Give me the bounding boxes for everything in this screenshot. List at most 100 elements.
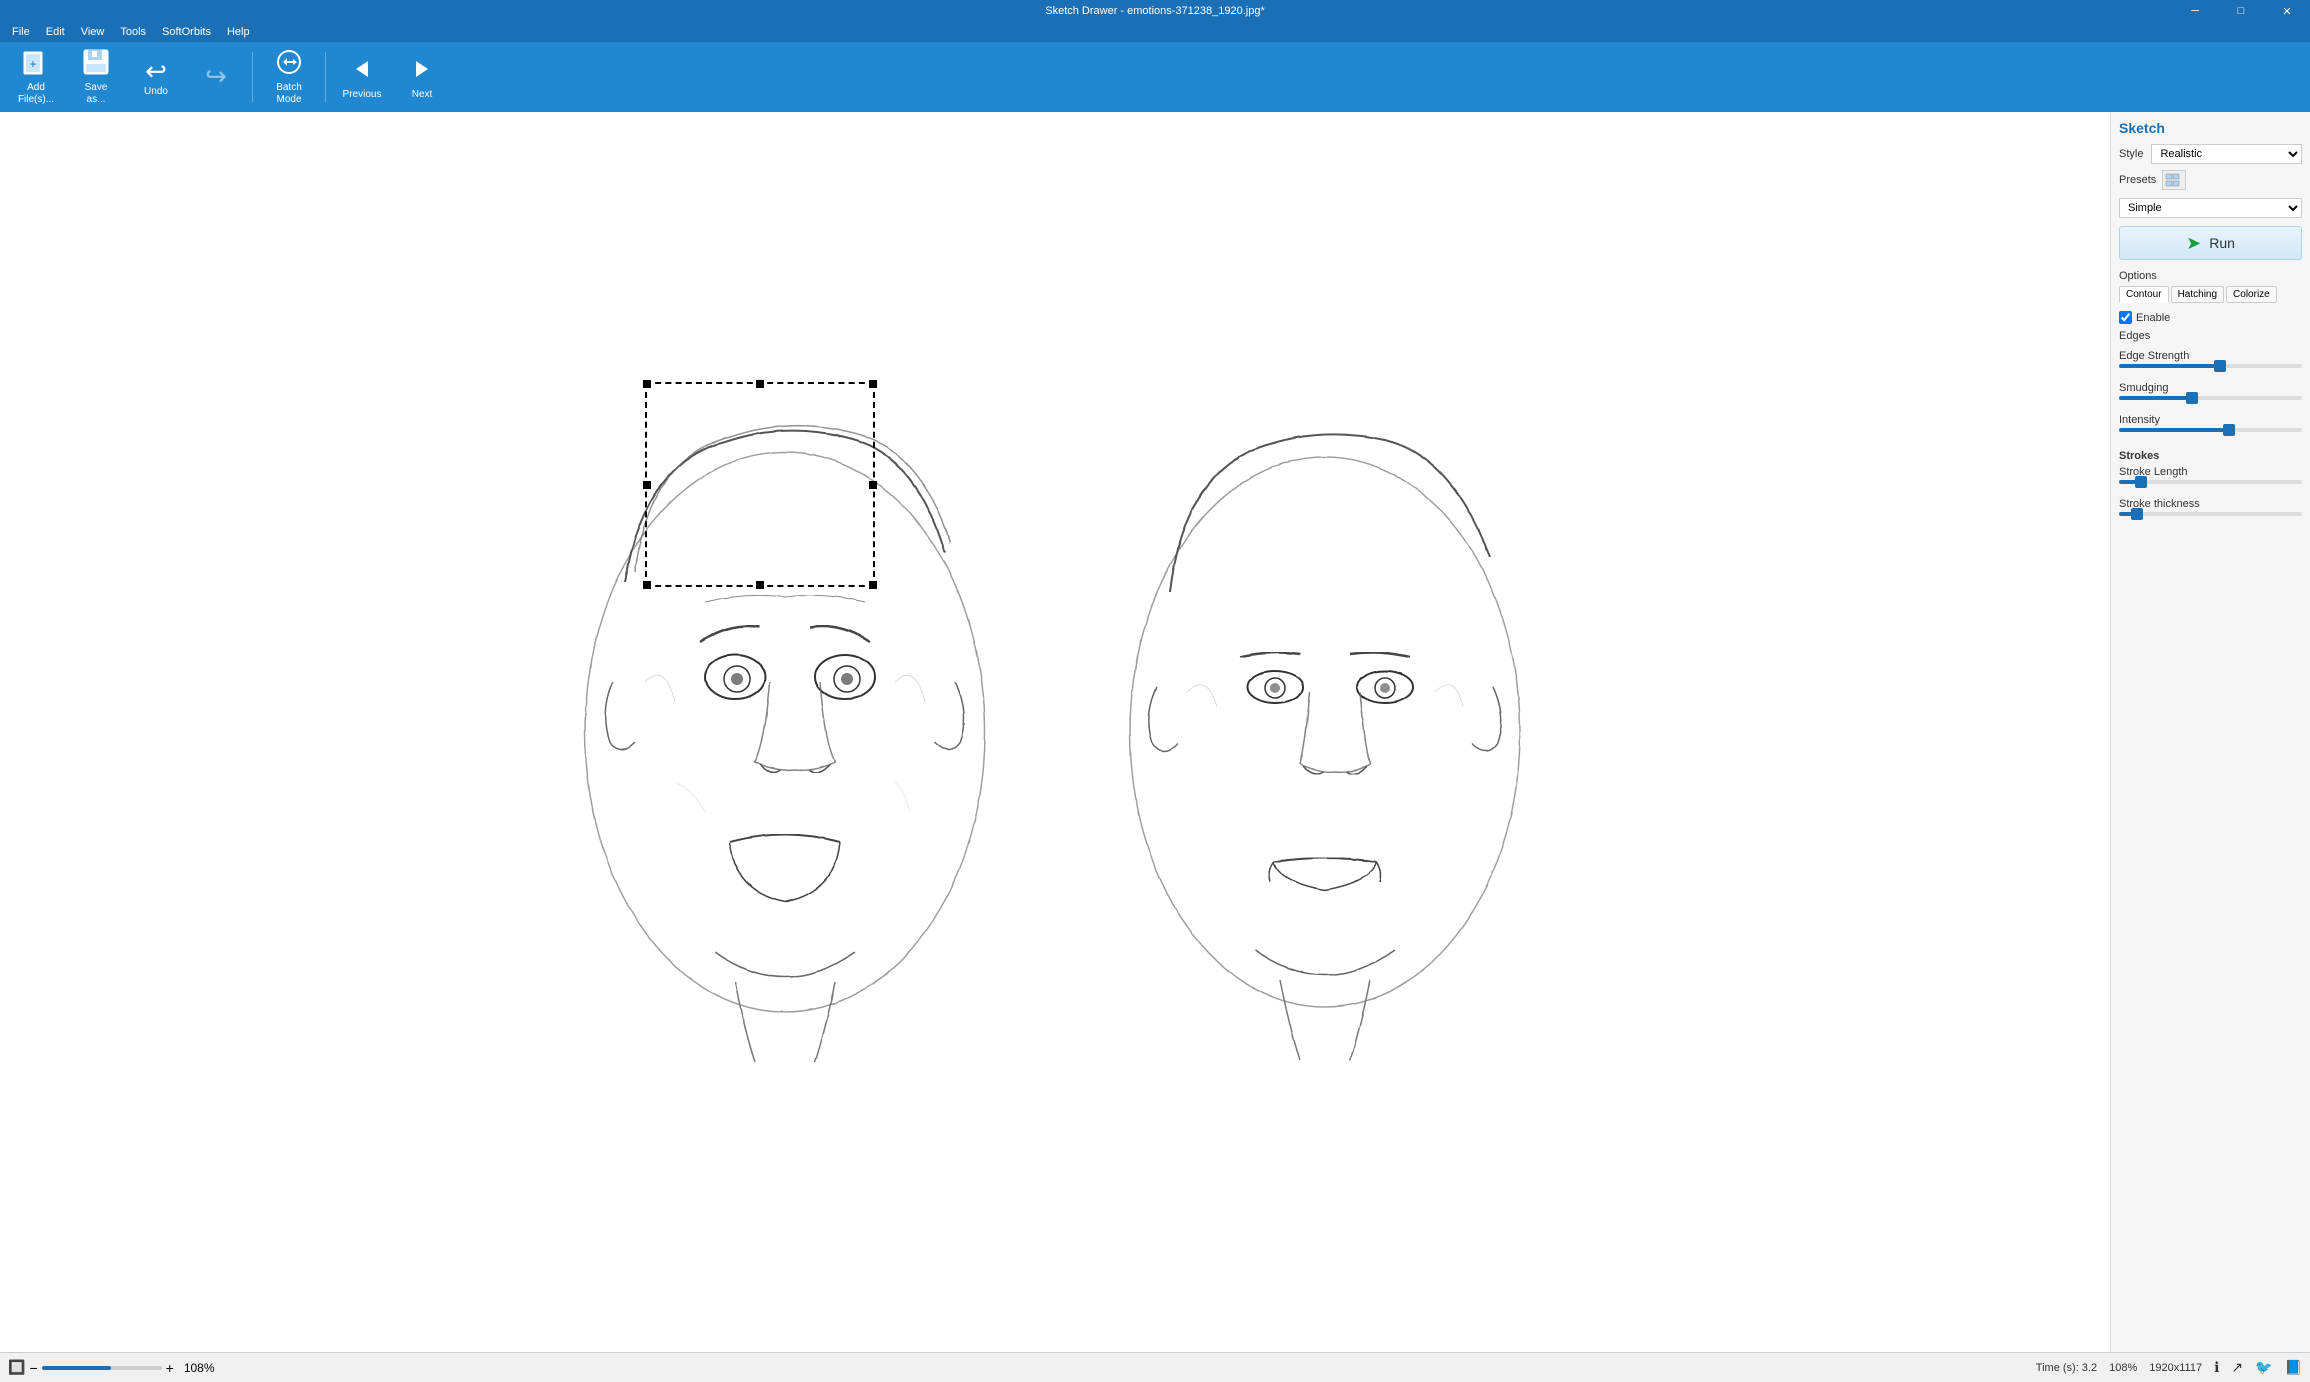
left-face-svg (545, 282, 1025, 1182)
svg-text:+: + (29, 57, 36, 71)
right-face-svg (1085, 282, 1565, 1182)
smudging-fill (2119, 396, 2192, 400)
next-label: Next (412, 89, 433, 100)
title-bar: Sketch Drawer - emotions-371238_1920.jpg… (0, 0, 2310, 22)
edge-strength-thumb (2214, 360, 2226, 372)
intensity-label: Intensity (2119, 414, 2302, 426)
time-label: Time (s): 3.2 (2036, 1362, 2097, 1374)
toolbar-separator-1 (252, 52, 253, 102)
minimize-button[interactable]: ─ (2172, 0, 2218, 22)
stroke-thickness-track[interactable] (2119, 512, 2302, 516)
status-right: Time (s): 3.2 108% 1920x1117 ℹ ↗ 🐦 📘 (2036, 1359, 2302, 1376)
previous-button[interactable]: Previous (334, 47, 390, 107)
title-controls: ─ □ ✕ (2172, 0, 2310, 22)
status-bar: 🔲 − + 108% Time (s): 3.2 108% 1920x1117 … (0, 1352, 2310, 1382)
menu-softorbits[interactable]: SoftOrbits (154, 24, 219, 40)
edge-strength-track[interactable] (2119, 364, 2302, 368)
right-face-sketch (1085, 282, 1565, 1182)
intensity-section: Intensity (2119, 414, 2302, 438)
style-dropdown[interactable]: Realistic Cartoon Abstract (2151, 144, 2302, 164)
enable-edges-label: Enable (2136, 312, 2170, 324)
stroke-thickness-section: Stroke thickness (2119, 498, 2302, 522)
stroke-length-thumb (2135, 476, 2147, 488)
run-label: Run (2209, 235, 2235, 251)
add-files-button[interactable]: + AddFile(s)... (8, 47, 64, 107)
smudging-label: Smudging (2119, 382, 2302, 394)
toolbar-separator-2 (325, 52, 326, 102)
intensity-fill (2119, 428, 2229, 432)
toolbar: + AddFile(s)... Saveas... ↩ Undo ↪ (0, 42, 2310, 112)
add-files-label: AddFile(s)... (18, 82, 54, 106)
enable-edges-row: Enable (2119, 311, 2302, 324)
tab-hatching[interactable]: Hatching (2171, 286, 2224, 303)
undo-label: Undo (144, 86, 168, 97)
menu-tools[interactable]: Tools (112, 24, 154, 40)
intensity-thumb (2223, 424, 2235, 436)
run-arrow-icon: ➤ (2186, 233, 2201, 254)
right-panel: Sketch Style Realistic Cartoon Abstract … (2110, 112, 2310, 1352)
batch-mode-button[interactable]: BatchMode (261, 47, 317, 107)
sketch-canvas (0, 112, 2110, 1352)
stroke-length-section: Stroke Length (2119, 466, 2302, 490)
status-left: 🔲 − + 108% (8, 1359, 215, 1376)
minus-icon[interactable]: − (29, 1360, 37, 1376)
edges-label: Edges (2119, 330, 2302, 342)
options-tabs: Contour Hatching Colorize (2119, 286, 2302, 303)
presets-icon (2162, 170, 2186, 190)
tab-contour[interactable]: Contour (2119, 286, 2169, 303)
close-button[interactable]: ✕ (2264, 0, 2310, 22)
stroke-thickness-label: Stroke thickness (2119, 498, 2302, 510)
edge-strength-fill (2119, 364, 2220, 368)
options-label: Options (2119, 270, 2302, 282)
social-icon-2[interactable]: 📘 (2285, 1359, 2302, 1376)
menu-edit[interactable]: Edit (38, 24, 73, 40)
smudging-track[interactable] (2119, 396, 2302, 400)
title-text: Sketch Drawer - emotions-371238_1920.jpg… (1045, 5, 1265, 17)
zoom-percent: 108% (184, 1361, 215, 1375)
menu-bar: File Edit View Tools SoftOrbits Help (0, 22, 2310, 42)
canvas-area[interactable] (0, 112, 2110, 1352)
redo-button[interactable]: ↪ (188, 47, 244, 107)
previous-icon (348, 55, 376, 87)
social-icon-1[interactable]: 🐦 (2255, 1359, 2272, 1376)
page-icon: 🔲 (8, 1359, 25, 1376)
share-icon[interactable]: ↗ (2231, 1359, 2243, 1376)
enable-edges-checkbox[interactable] (2119, 311, 2132, 324)
batch-mode-label: BatchMode (276, 82, 302, 106)
previous-label: Previous (343, 89, 382, 100)
plus-icon[interactable]: + (166, 1360, 174, 1376)
zoom-value: 108% (2109, 1362, 2137, 1374)
undo-icon: ↩ (145, 58, 167, 84)
next-button[interactable]: Next (394, 47, 450, 107)
stroke-thickness-thumb (2131, 508, 2143, 520)
stroke-length-track[interactable] (2119, 480, 2302, 484)
edge-strength-section: Edge Strength (2119, 350, 2302, 374)
tab-colorize[interactable]: Colorize (2226, 286, 2277, 303)
menu-help[interactable]: Help (219, 24, 258, 40)
presets-dropdown[interactable]: Simple Detailed Minimal (2119, 198, 2302, 218)
zoom-fill (42, 1366, 112, 1370)
smudging-section: Smudging (2119, 382, 2302, 406)
add-files-icon: + (22, 48, 50, 80)
run-button[interactable]: ➤ Run (2119, 226, 2302, 260)
main-layout: Sketch Style Realistic Cartoon Abstract … (0, 112, 2310, 1352)
intensity-track[interactable] (2119, 428, 2302, 432)
strokes-label: Strokes (2119, 450, 2302, 462)
info-icon: ℹ (2214, 1359, 2219, 1376)
menu-view[interactable]: View (73, 24, 113, 40)
undo-button[interactable]: ↩ Undo (128, 47, 184, 107)
save-as-button[interactable]: Saveas... (68, 47, 124, 107)
presets-label: Presets (2119, 174, 2156, 186)
faces-container (0, 112, 2110, 1352)
style-label: Style (2119, 148, 2143, 160)
maximize-button[interactable]: □ (2218, 0, 2264, 22)
batch-mode-icon (275, 48, 303, 80)
resolution-label: 1920x1117 (2149, 1362, 2202, 1374)
zoom-slider-track[interactable] (42, 1366, 162, 1370)
style-row: Style Realistic Cartoon Abstract (2119, 144, 2302, 164)
save-as-label: Saveas... (85, 82, 108, 106)
menu-file[interactable]: File (4, 24, 38, 40)
next-icon (408, 55, 436, 87)
presets-dropdown-row: Simple Detailed Minimal (2119, 198, 2302, 218)
presets-row: Presets (2119, 170, 2302, 190)
